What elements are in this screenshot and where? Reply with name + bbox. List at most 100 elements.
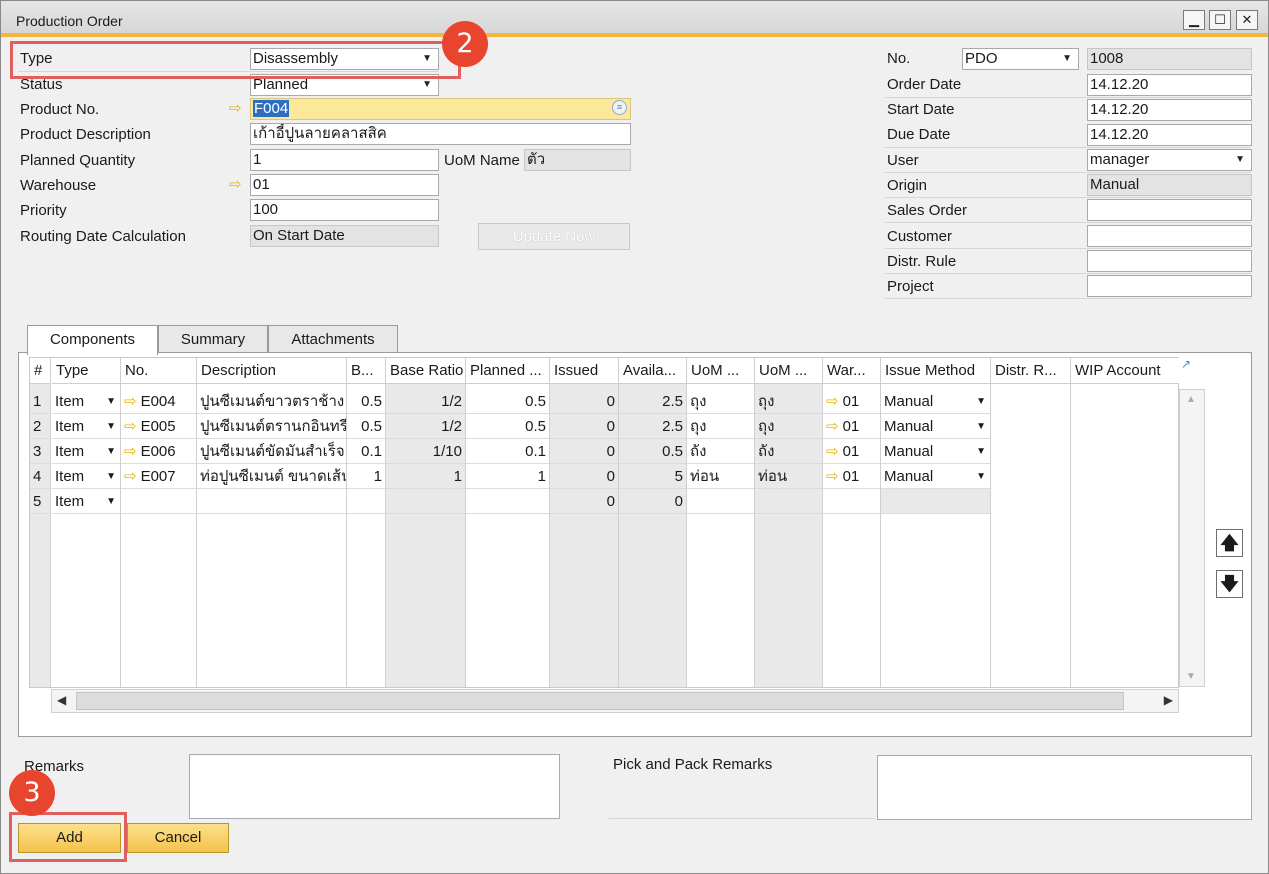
cell-item-no[interactable]: ⇨ E004 xyxy=(121,389,196,414)
cell-description[interactable] xyxy=(197,489,346,514)
row-number[interactable]: 3 xyxy=(30,439,50,464)
cell-warehouse[interactable]: ⇨ 01 xyxy=(823,389,880,414)
product-no-field[interactable]: F004 ≡ xyxy=(250,98,631,120)
cell-uom[interactable]: ถุง xyxy=(687,389,754,414)
series-dropdown[interactable]: PDO xyxy=(962,48,1079,70)
choose-from-list-icon[interactable]: ≡ xyxy=(612,100,627,115)
cell-item-no[interactable] xyxy=(121,489,196,514)
update-now-button[interactable]: Update Now xyxy=(478,223,630,250)
col-header-distr-rule[interactable]: Distr. R... xyxy=(991,358,1070,384)
col-header-issued[interactable]: Issued xyxy=(550,358,618,384)
cell-warehouse[interactable]: ⇨ 01 xyxy=(823,464,880,489)
col-header-base-qty[interactable]: B... xyxy=(347,358,385,384)
cell-issue-method[interactable]: Manual ▼ xyxy=(881,464,990,489)
cell-planned[interactable] xyxy=(466,489,549,514)
maximize-icon[interactable]: ☐ xyxy=(1209,10,1231,30)
title-bar[interactable]: Production Order ▁ ☐ ✕ xyxy=(1,1,1268,37)
vertical-scrollbar[interactable]: ▲ ▼ xyxy=(1179,389,1205,687)
cell-uom[interactable]: ถุง xyxy=(687,414,754,439)
cell-issued: 0 xyxy=(550,389,618,414)
cell-base-qty[interactable]: 0.1 xyxy=(347,439,385,464)
cell-planned[interactable]: 1 xyxy=(466,464,549,489)
cancel-button[interactable]: Cancel xyxy=(127,823,229,853)
cell-item-no[interactable]: ⇨ E005 xyxy=(121,414,196,439)
sales-order-field[interactable] xyxy=(1087,199,1252,221)
routing-date-calculation-field[interactable]: On Start Date xyxy=(250,225,439,247)
order-date-field[interactable]: 14.12.20 xyxy=(1087,74,1252,96)
close-icon[interactable]: ✕ xyxy=(1236,10,1258,30)
product-description-field[interactable]: เก้าอี้ปูนลายคลาสสิค xyxy=(250,123,631,145)
cell-description[interactable]: ปูนซีเมนต์ขาวตราช้าง xyxy=(197,389,346,414)
row-number[interactable]: 4 xyxy=(30,464,50,489)
move-row-up-button[interactable]: 🡅 xyxy=(1216,529,1243,557)
priority-field[interactable]: 100 xyxy=(250,199,439,221)
col-header-wip-account[interactable]: WIP Account xyxy=(1071,358,1179,384)
cell-issue-method[interactable]: Manual ▼ xyxy=(881,389,990,414)
cell-type[interactable]: Item ▼ xyxy=(52,439,120,464)
remarks-textarea[interactable] xyxy=(189,754,560,819)
col-header-available[interactable]: Availa... xyxy=(619,358,686,384)
cell-base-qty[interactable]: 0.5 xyxy=(347,414,385,439)
col-header-uom-1[interactable]: UoM ... xyxy=(687,358,754,384)
row-number[interactable]: 5 xyxy=(30,489,50,514)
cell-uom[interactable]: ท่อน xyxy=(687,464,754,489)
scroll-thumb[interactable] xyxy=(76,692,1124,710)
horizontal-scrollbar[interactable]: ◀ ▶ xyxy=(51,689,1179,713)
cell-warehouse[interactable]: ⇨ 01 xyxy=(823,414,880,439)
minimize-icon[interactable]: ▁ xyxy=(1183,10,1205,30)
cell-type[interactable]: Item ▼ xyxy=(52,414,120,439)
cell-type[interactable]: Item ▼ xyxy=(52,464,120,489)
col-header-issue-method[interactable]: Issue Method xyxy=(881,358,990,384)
tab-attachments[interactable]: Attachments xyxy=(268,325,398,353)
start-date-field[interactable]: 14.12.20 xyxy=(1087,99,1252,121)
cell-planned[interactable]: 0.1 xyxy=(466,439,549,464)
due-date-field[interactable]: 14.12.20 xyxy=(1087,124,1252,146)
cell-planned[interactable]: 0.5 xyxy=(466,389,549,414)
distr-rule-field[interactable] xyxy=(1087,250,1252,272)
cell-warehouse[interactable] xyxy=(823,489,880,514)
col-header-description[interactable]: Description xyxy=(197,358,346,384)
scroll-down-icon[interactable]: ▼ xyxy=(1186,671,1196,682)
user-dropdown[interactable]: manager xyxy=(1087,149,1252,171)
link-arrow-icon[interactable]: ⇨ xyxy=(229,98,242,120)
cell-description[interactable]: ท่อปูนซีเมนต์ ขนาดเส้น xyxy=(197,464,346,489)
cell-description[interactable]: ปูนซีเมนต์ตรานกอินทรี xyxy=(197,414,346,439)
col-header-base-ratio[interactable]: Base Ratio xyxy=(386,358,465,384)
cell-base-qty[interactable]: 1 xyxy=(347,464,385,489)
link-arrow-icon[interactable]: ⇨ xyxy=(229,174,242,196)
col-header-planned[interactable]: Planned ... xyxy=(466,358,549,384)
col-header-uom-2[interactable]: UoM ... xyxy=(755,358,822,384)
cell-item-no[interactable]: ⇨ E007 xyxy=(121,464,196,489)
cell-type[interactable]: Item ▼ xyxy=(52,389,120,414)
cell-issue-method[interactable]: Manual ▼ xyxy=(881,439,990,464)
product-description-label: Product Description xyxy=(20,126,151,143)
warehouse-field[interactable]: 01 xyxy=(250,174,439,196)
col-header-no[interactable]: No. xyxy=(121,358,196,384)
project-field[interactable] xyxy=(1087,275,1252,297)
move-row-down-button[interactable]: 🡇 xyxy=(1216,570,1243,598)
cell-base-qty[interactable] xyxy=(347,489,385,514)
cell-type[interactable]: Item ▼ xyxy=(52,489,120,514)
tab-summary[interactable]: Summary xyxy=(158,325,268,353)
customer-field[interactable] xyxy=(1087,225,1252,247)
row-number[interactable]: 2 xyxy=(30,414,50,439)
cell-warehouse[interactable]: ⇨ 01 xyxy=(823,439,880,464)
pick-pack-remarks-textarea[interactable] xyxy=(877,755,1252,820)
scroll-right-icon[interactable]: ▶ xyxy=(1164,693,1173,707)
components-grid[interactable]: # 1 2 3 4 5 Type Item ▼ Item ▼ Item ▼ Item ▼… xyxy=(29,357,1179,688)
cell-item-no[interactable]: ⇨ E006 xyxy=(121,439,196,464)
cell-issue-method[interactable]: Manual ▼ xyxy=(881,414,990,439)
cell-planned[interactable]: 0.5 xyxy=(466,414,549,439)
col-header-warehouse[interactable]: War... xyxy=(823,358,880,384)
row-number[interactable]: 1 xyxy=(30,389,50,414)
cell-uom[interactable]: ถัง xyxy=(687,439,754,464)
cell-base-qty[interactable]: 0.5 xyxy=(347,389,385,414)
planned-quantity-field[interactable]: 1 xyxy=(250,149,439,171)
expand-icon[interactable]: ↗ xyxy=(1181,357,1191,371)
col-header-type[interactable]: Type xyxy=(52,358,120,384)
cell-description[interactable]: ปูนซีเมนต์ขัดมันสำเร็จ xyxy=(197,439,346,464)
scroll-left-icon[interactable]: ◀ xyxy=(57,693,66,707)
cell-uom[interactable] xyxy=(687,489,754,514)
tab-components[interactable]: Components xyxy=(27,325,158,355)
scroll-up-icon[interactable]: ▲ xyxy=(1186,394,1196,405)
